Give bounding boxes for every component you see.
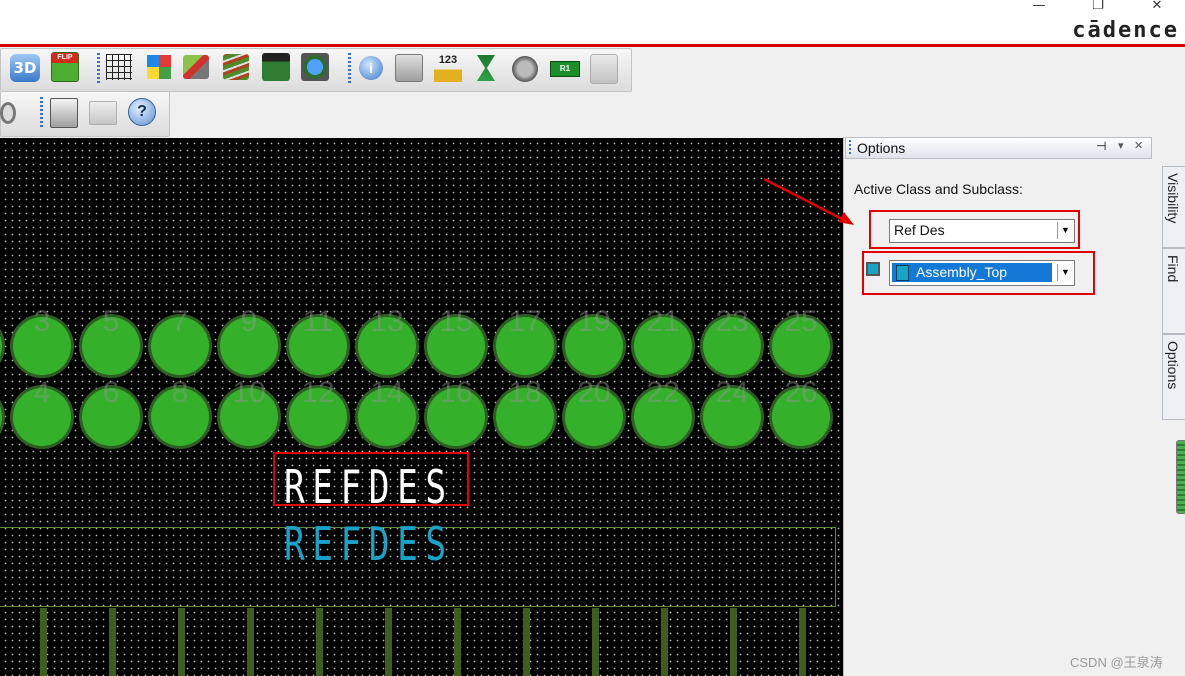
tab-find[interactable]: Find bbox=[1162, 248, 1185, 334]
pad-number: 9 bbox=[240, 305, 258, 338]
measure-label: 123 bbox=[438, 54, 458, 66]
info-icon[interactable]: i bbox=[359, 56, 383, 80]
pad-number: 26 bbox=[784, 376, 818, 409]
watermark: CSDN @王泉涛 bbox=[1070, 655, 1163, 670]
help-label: ? bbox=[137, 103, 147, 120]
snapshot-icon[interactable] bbox=[590, 54, 618, 84]
pad-number: 25 bbox=[784, 305, 818, 338]
pad-number: 6 bbox=[102, 376, 120, 409]
pad-number: 3 bbox=[33, 305, 51, 338]
pin-lead bbox=[385, 608, 392, 676]
pad-number: 18 bbox=[508, 376, 542, 409]
3d-view-icon[interactable]: 3D bbox=[10, 54, 40, 82]
pin-lead bbox=[40, 608, 47, 676]
pin-lead bbox=[247, 608, 254, 676]
pad-number: 13 bbox=[370, 305, 404, 338]
add-via-icon[interactable] bbox=[512, 56, 538, 82]
annotation-arrow bbox=[763, 177, 854, 225]
pin-lead bbox=[730, 608, 737, 676]
pad-number: 10 bbox=[232, 376, 266, 409]
pad-number: 7 bbox=[171, 305, 189, 338]
camera-icon[interactable] bbox=[0, 102, 16, 124]
pin-lead bbox=[799, 608, 806, 676]
pad-number: 15 bbox=[439, 305, 473, 338]
pad-number: 23 bbox=[715, 305, 749, 338]
pin-lead bbox=[316, 608, 323, 676]
pin-lead bbox=[454, 608, 461, 676]
pin-lead bbox=[109, 608, 116, 676]
highlight-box-refdes bbox=[273, 452, 469, 506]
tab-options-label: Options bbox=[1165, 341, 1181, 390]
minimize-button[interactable]: — bbox=[1016, 0, 1062, 16]
tab-visibility[interactable]: Visibility bbox=[1162, 166, 1185, 248]
highlight-box-class bbox=[869, 210, 1080, 249]
pin-lead bbox=[661, 608, 668, 676]
restore-button[interactable]: ❐ bbox=[1075, 0, 1121, 16]
measure-icon[interactable]: 123 bbox=[434, 54, 462, 82]
panel-close-icon[interactable]: ✕ bbox=[1134, 139, 1143, 152]
copy-window-icon[interactable] bbox=[50, 98, 78, 128]
properties-icon[interactable] bbox=[395, 54, 423, 82]
pin-lead bbox=[523, 608, 530, 676]
r1-icon[interactable]: R1 bbox=[550, 61, 580, 77]
title-bar bbox=[0, 0, 1185, 46]
toolbar-grip[interactable] bbox=[348, 53, 351, 83]
design-canvas[interactable]: REFDES REFDES 3 5 7 9 11 13 15 17 19 21 23 25 4 6 8 10 1… bbox=[0, 138, 843, 676]
panel-grip[interactable] bbox=[849, 140, 851, 154]
pin-lead bbox=[178, 608, 185, 676]
pin-lead bbox=[592, 608, 599, 676]
pad-number: 8 bbox=[171, 376, 189, 409]
pad-number: 24 bbox=[715, 376, 749, 409]
scrollbar-thumb[interactable] bbox=[1176, 440, 1185, 514]
pad-number: 14 bbox=[370, 376, 404, 409]
options-panel-title: Options bbox=[857, 140, 906, 156]
active-class-label: Active Class and Subclass: bbox=[854, 181, 1023, 197]
pad-number: 16 bbox=[439, 376, 473, 409]
flip-label: FLIP bbox=[52, 53, 78, 63]
grid-icon[interactable] bbox=[106, 54, 132, 80]
pad-partial[interactable] bbox=[0, 388, 2, 446]
pad-number: 22 bbox=[646, 376, 680, 409]
pad-partial[interactable] bbox=[0, 317, 2, 375]
pad-number: 11 bbox=[302, 305, 334, 338]
3d-label: 3D bbox=[13, 59, 37, 77]
layers-icon[interactable] bbox=[183, 55, 209, 79]
mail-icon[interactable] bbox=[89, 101, 117, 125]
pad-number: 12 bbox=[301, 376, 335, 409]
color-icon[interactable] bbox=[147, 55, 171, 79]
pad-number: 4 bbox=[33, 376, 51, 409]
cadence-logo: cādence bbox=[1072, 18, 1179, 43]
ecm-icon[interactable] bbox=[262, 53, 290, 81]
toolbar-grip[interactable] bbox=[40, 97, 43, 127]
tab-visibility-label: Visibility bbox=[1165, 173, 1181, 224]
flip-icon[interactable]: FLIP bbox=[51, 52, 79, 82]
close-button[interactable]: ✕ bbox=[1134, 0, 1180, 16]
pad-number: 17 bbox=[508, 305, 542, 338]
options-panel-header: Options ⊣ ▾ ✕ bbox=[845, 137, 1152, 159]
help-icon[interactable]: ? bbox=[128, 98, 156, 126]
refdes-assembly-text[interactable]: REFDES bbox=[284, 517, 454, 571]
stackup-icon[interactable] bbox=[223, 54, 249, 80]
pad-number: 5 bbox=[102, 305, 120, 338]
pad-number: 19 bbox=[577, 305, 611, 338]
toolbar-grip[interactable] bbox=[97, 53, 100, 83]
tab-options[interactable]: Options bbox=[1162, 334, 1185, 420]
r1-label: R1 bbox=[559, 64, 571, 73]
panel-menu-icon[interactable]: ▾ bbox=[1118, 139, 1124, 152]
pad-number: 21 bbox=[646, 305, 680, 338]
world-view-icon[interactable] bbox=[301, 53, 329, 81]
highlight-box-subclass bbox=[862, 251, 1095, 295]
pin-icon[interactable]: ⊣ bbox=[1096, 139, 1106, 153]
pad-number: 20 bbox=[577, 376, 611, 409]
tab-find-label: Find bbox=[1165, 255, 1181, 283]
